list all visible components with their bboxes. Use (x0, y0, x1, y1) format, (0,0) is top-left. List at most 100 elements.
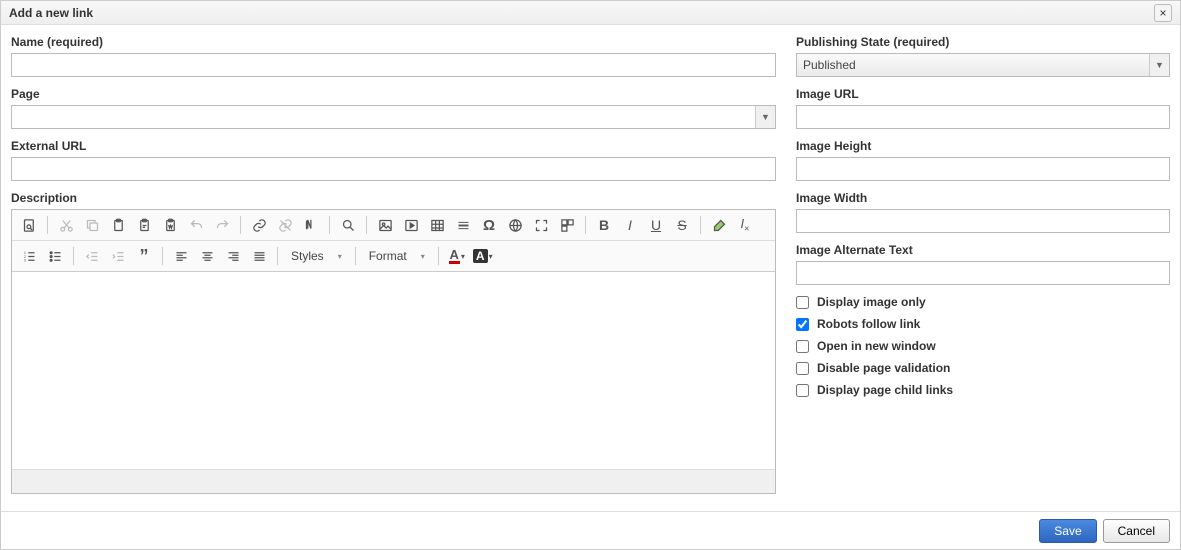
redo-icon[interactable] (211, 214, 233, 236)
special-char-icon[interactable]: Ω (478, 214, 500, 236)
remove-format-icon[interactable]: I× (734, 214, 756, 236)
outdent-icon[interactable] (81, 245, 103, 267)
underline-icon[interactable]: U (645, 214, 667, 236)
image-alt-field: Image Alternate Text (796, 243, 1170, 285)
table-icon[interactable] (426, 214, 448, 236)
separator (329, 216, 330, 234)
unlink-icon[interactable] (274, 214, 296, 236)
iframe-icon[interactable] (504, 214, 526, 236)
publishing-state-select[interactable]: Published ▼ (796, 53, 1170, 77)
paste-icon[interactable] (107, 214, 129, 236)
disable-validation-checkbox[interactable] (796, 362, 809, 375)
separator (366, 216, 367, 234)
blockquote-icon[interactable]: ” (133, 245, 155, 267)
robots-follow-label: Robots follow link (817, 317, 920, 331)
display-child-links-row: Display page child links (796, 383, 1170, 397)
display-child-links-checkbox[interactable] (796, 384, 809, 397)
align-right-icon[interactable] (222, 245, 244, 267)
save-button[interactable]: Save (1039, 519, 1096, 543)
link-icon[interactable] (248, 214, 270, 236)
editor-toolbar-row1: Ω B I U S I× (12, 210, 775, 241)
rich-text-editor: Ω B I U S I× 123 (11, 209, 776, 494)
anchor-icon[interactable] (300, 214, 322, 236)
editor-status-bar (12, 469, 775, 493)
image-alt-label: Image Alternate Text (796, 243, 1170, 257)
chevron-down-icon: ▼ (755, 106, 775, 128)
editor-toolbar-row2: 123 ” Styles ▾ Format▾ (12, 241, 775, 272)
image-alt-input[interactable] (796, 261, 1170, 285)
paste-word-icon[interactable] (159, 214, 181, 236)
chevron-down-icon: ▾ (421, 252, 425, 261)
open-new-window-label: Open in new window (817, 339, 936, 353)
publishing-state-label: Publishing State (required) (796, 35, 1170, 49)
align-justify-icon[interactable] (248, 245, 270, 267)
flash-icon[interactable] (400, 214, 422, 236)
marker-icon[interactable] (708, 214, 730, 236)
indent-icon[interactable] (107, 245, 129, 267)
horizontal-rule-icon[interactable] (452, 214, 474, 236)
align-left-icon[interactable] (170, 245, 192, 267)
chevron-down-icon: ▾ (338, 252, 342, 261)
image-icon[interactable] (374, 214, 396, 236)
maximize-icon[interactable] (530, 214, 552, 236)
numbered-list-icon[interactable]: 123 (18, 245, 40, 267)
image-width-label: Image Width (796, 191, 1170, 205)
cut-icon[interactable] (55, 214, 77, 236)
disable-validation-row: Disable page validation (796, 361, 1170, 375)
name-label: Name (required) (11, 35, 776, 49)
dialog-body: Name (required) Page ▼ External URL Desc… (1, 25, 1180, 511)
robots-follow-checkbox[interactable] (796, 318, 809, 331)
image-url-input[interactable] (796, 105, 1170, 129)
text-color-icon[interactable]: A▾ (446, 245, 468, 267)
styles-label: Styles (291, 249, 324, 263)
cancel-button[interactable]: Cancel (1103, 519, 1170, 543)
image-width-input[interactable] (796, 209, 1170, 233)
align-center-icon[interactable] (196, 245, 218, 267)
svg-text:3: 3 (23, 258, 25, 262)
separator (700, 216, 701, 234)
separator (438, 247, 439, 265)
disable-validation-label: Disable page validation (817, 361, 950, 375)
undo-icon[interactable] (185, 214, 207, 236)
close-icon: × (1159, 7, 1166, 19)
publishing-state-value: Published (797, 54, 1149, 76)
find-icon[interactable] (337, 214, 359, 236)
strike-icon[interactable]: S (671, 214, 693, 236)
page-field: Page ▼ (11, 87, 776, 129)
format-dropdown[interactable]: Format▾ (363, 245, 431, 267)
paste-text-icon[interactable] (133, 214, 155, 236)
left-column: Name (required) Page ▼ External URL Desc… (11, 35, 776, 501)
source-icon[interactable] (18, 214, 40, 236)
external-url-label: External URL (11, 139, 776, 153)
bold-icon[interactable]: B (593, 214, 615, 236)
show-blocks-icon[interactable] (556, 214, 578, 236)
external-url-input[interactable] (11, 157, 776, 181)
styles-dropdown[interactable]: Styles ▾ (285, 245, 348, 267)
image-width-field: Image Width (796, 191, 1170, 233)
close-button[interactable]: × (1154, 4, 1172, 22)
separator (277, 247, 278, 265)
name-input[interactable] (11, 53, 776, 77)
image-height-label: Image Height (796, 139, 1170, 153)
name-field: Name (required) (11, 35, 776, 77)
display-image-only-checkbox[interactable] (796, 296, 809, 309)
dialog-footer: Save Cancel (1, 511, 1180, 549)
separator (585, 216, 586, 234)
image-url-label: Image URL (796, 87, 1170, 101)
page-select[interactable]: ▼ (11, 105, 776, 129)
description-field: Description (11, 191, 776, 494)
copy-icon[interactable] (81, 214, 103, 236)
dialog-title: Add a new link (9, 6, 93, 20)
bullet-list-icon[interactable] (44, 245, 66, 267)
editor-content-area[interactable] (12, 272, 775, 469)
image-height-field: Image Height (796, 139, 1170, 181)
robots-follow-row: Robots follow link (796, 317, 1170, 331)
publishing-state-field: Publishing State (required) Published ▼ (796, 35, 1170, 77)
separator (47, 216, 48, 234)
image-height-input[interactable] (796, 157, 1170, 181)
open-new-window-checkbox[interactable] (796, 340, 809, 353)
dialog-header: Add a new link × (1, 1, 1180, 25)
italic-icon[interactable]: I (619, 214, 641, 236)
page-label: Page (11, 87, 776, 101)
bg-color-icon[interactable]: A▾ (472, 245, 494, 267)
